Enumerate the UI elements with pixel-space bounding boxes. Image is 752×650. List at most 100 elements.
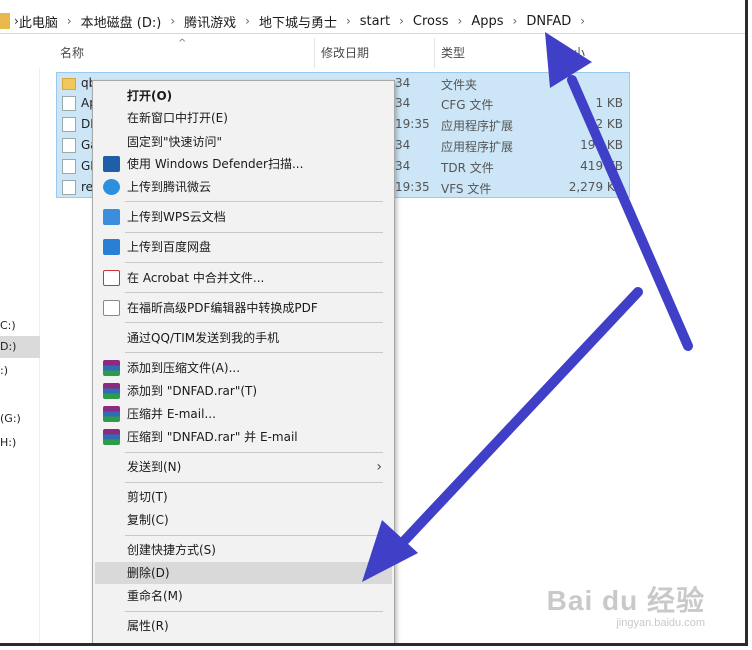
breadcrumb: › 此电脑 › 本地磁盘 (D:) › 腾讯游戏 › 地下城与勇士 › start › C… <box>0 8 594 34</box>
menu-item-acrobat-combine[interactable]: 在 Acrobat 中合并文件... <box>95 267 392 289</box>
menu-item-label: 在新窗口中打开(E) <box>127 111 228 125</box>
menu-item-label: 创建快捷方式(S) <box>127 543 216 557</box>
menu-item-cut[interactable]: 剪切(T) <box>95 486 392 508</box>
file-date: 34 <box>395 159 411 173</box>
file-date: 19:35 <box>395 117 430 131</box>
menu-item-open[interactable]: 打开(O) <box>95 85 392 107</box>
menu-item-compress-email[interactable]: 压缩并 E-mail... <box>95 403 392 425</box>
file-size: 32 KB <box>587 117 623 131</box>
navigation-pane: C:) D:) :) (G:) H:) <box>0 68 40 643</box>
menu-item-label: 打开(O) <box>127 89 173 103</box>
baidu-jingyan-watermark: Bai du 经验 jingyan.baidu.com <box>547 579 705 629</box>
menu-separator <box>125 292 383 293</box>
dll-file-icon <box>62 117 76 132</box>
column-header-size[interactable]: 大小 <box>554 38 634 68</box>
chevron-right-icon[interactable]: › <box>245 14 250 28</box>
chevron-right-icon: › <box>376 459 382 475</box>
menu-item-add-rar[interactable]: 添加到 "DNFAD.rar"(T) <box>95 380 392 402</box>
file-type: VFS 文件 <box>441 182 492 196</box>
column-header-label: 修改日期 <box>321 46 370 60</box>
breadcrumb-item-current[interactable]: DNFAD › <box>526 14 594 29</box>
menu-item-label: 上传到WPS云文档 <box>127 210 226 224</box>
menu-separator <box>125 201 383 202</box>
column-header-date[interactable]: 修改日期 <box>314 38 434 68</box>
winrar-archive-icon <box>103 429 120 445</box>
menu-item-foxit-convert[interactable]: 在福昕高级PDF编辑器中转换成PDF <box>95 297 392 319</box>
chevron-right-icon[interactable]: › <box>170 14 175 28</box>
breadcrumb-item[interactable]: Cross › <box>413 14 471 29</box>
menu-item-send-qq[interactable]: 通过QQ/TIM发送到我的手机 <box>95 327 392 349</box>
nav-drive-item-selected[interactable]: D:) <box>0 336 40 358</box>
menu-item-label: 添加到压缩文件(A)... <box>127 361 241 375</box>
file-type: CFG 文件 <box>441 98 494 112</box>
file-type: 应用程序扩展 <box>441 119 514 133</box>
menu-item-send-to[interactable]: 发送到(N) › <box>95 456 392 478</box>
menu-separator <box>125 262 383 263</box>
nav-drive-item[interactable]: H:) <box>0 432 40 454</box>
menu-item-upload-tencent-weiyun[interactable]: 上传到腾讯微云 <box>95 176 392 198</box>
breadcrumb-label: 此电脑 <box>18 15 58 31</box>
menu-separator <box>125 452 383 453</box>
breadcrumb-label: start <box>359 13 391 29</box>
menu-item-pin-quick-access[interactable]: 固定到"快速访问" <box>95 131 392 153</box>
column-header-label: 名称 <box>60 46 85 60</box>
menu-separator <box>125 232 383 233</box>
menu-item-label: 属性(R) <box>127 619 169 633</box>
chevron-right-icon[interactable]: › <box>346 14 351 28</box>
winrar-archive-icon <box>103 360 120 376</box>
menu-separator <box>125 352 383 353</box>
breadcrumb-item[interactable]: 地下城与勇士 › <box>259 12 360 31</box>
breadcrumb-label: DNFAD <box>526 13 572 29</box>
menu-item-defender-scan[interactable]: 使用 Windows Defender扫描... <box>95 153 392 175</box>
breadcrumb-item[interactable]: 本地磁盘 (D:) › <box>81 12 184 31</box>
menu-item-compress-rar-email[interactable]: 压缩到 "DNFAD.rar" 并 E-mail <box>95 426 392 448</box>
breadcrumb-item[interactable]: 腾讯游戏 › <box>184 12 259 31</box>
menu-item-add-archive[interactable]: 添加到压缩文件(A)... <box>95 357 392 379</box>
file-date: 34 <box>395 96 411 110</box>
annotation-arrow-to-delete <box>362 287 643 582</box>
breadcrumb-item[interactable]: 此电脑 › <box>19 12 81 31</box>
menu-item-properties[interactable]: 属性(R) <box>95 615 392 637</box>
menu-item-create-shortcut[interactable]: 创建快捷方式(S) <box>95 539 392 561</box>
winrar-archive-icon <box>103 406 120 422</box>
menu-item-copy[interactable]: 复制(C) <box>95 509 392 531</box>
menu-separator <box>125 535 383 536</box>
menu-item-open-new-window[interactable]: 在新窗口中打开(E) <box>95 107 392 129</box>
menu-item-upload-baidu[interactable]: 上传到百度网盘 <box>95 236 392 258</box>
nav-drive-item[interactable]: :) <box>0 360 40 382</box>
menu-item-upload-wps[interactable]: 上传到WPS云文档 <box>95 206 392 228</box>
breadcrumb-item[interactable]: start › <box>360 14 413 29</box>
menu-separator <box>125 322 383 323</box>
nav-drive-item[interactable]: C:) <box>0 315 40 337</box>
menu-item-label: 剪切(T) <box>127 490 168 504</box>
menu-item-label: 在 Acrobat 中合并文件... <box>127 271 265 285</box>
foxit-pdf-icon <box>103 300 120 316</box>
column-header-type[interactable]: 类型 <box>434 38 554 68</box>
menu-item-label: 通过QQ/TIM发送到我的手机 <box>127 331 280 345</box>
baidu-netdisk-icon <box>103 239 120 255</box>
chevron-right-icon[interactable]: › <box>513 14 518 28</box>
file-size: 419 KB <box>580 159 623 173</box>
menu-item-label: 固定到"快速访问" <box>127 135 223 149</box>
breadcrumb-label: 腾讯游戏 <box>184 15 237 31</box>
acrobat-pdf-icon <box>103 270 120 286</box>
breadcrumb-label: Cross <box>412 13 449 29</box>
file-type: 应用程序扩展 <box>441 140 514 154</box>
chevron-right-icon[interactable]: › <box>580 14 585 28</box>
column-headers: ^ 名称 修改日期 类型 大小 <box>0 38 745 68</box>
dll-file-icon <box>62 138 76 153</box>
breadcrumb-label: 地下城与勇士 <box>258 15 337 31</box>
column-header-name[interactable]: 名称 <box>54 38 314 68</box>
chevron-right-icon[interactable]: › <box>458 14 463 28</box>
breadcrumb-item[interactable]: Apps › <box>471 14 526 29</box>
menu-item-label: 删除(D) <box>127 566 170 580</box>
address-bar[interactable]: › 此电脑 › 本地磁盘 (D:) › 腾讯游戏 › 地下城与勇士 › start › C… <box>0 8 745 34</box>
breadcrumb-label: Apps <box>471 13 504 29</box>
chevron-right-icon[interactable]: › <box>399 14 404 28</box>
chevron-right-icon[interactable]: › <box>67 14 72 28</box>
menu-item-label: 重命名(M) <box>127 589 183 603</box>
menu-item-delete[interactable]: 删除(D) <box>95 562 392 584</box>
menu-item-rename[interactable]: 重命名(M) <box>95 585 392 607</box>
nav-drive-item[interactable]: (G:) <box>0 408 40 430</box>
menu-item-label: 上传到百度网盘 <box>127 240 212 254</box>
